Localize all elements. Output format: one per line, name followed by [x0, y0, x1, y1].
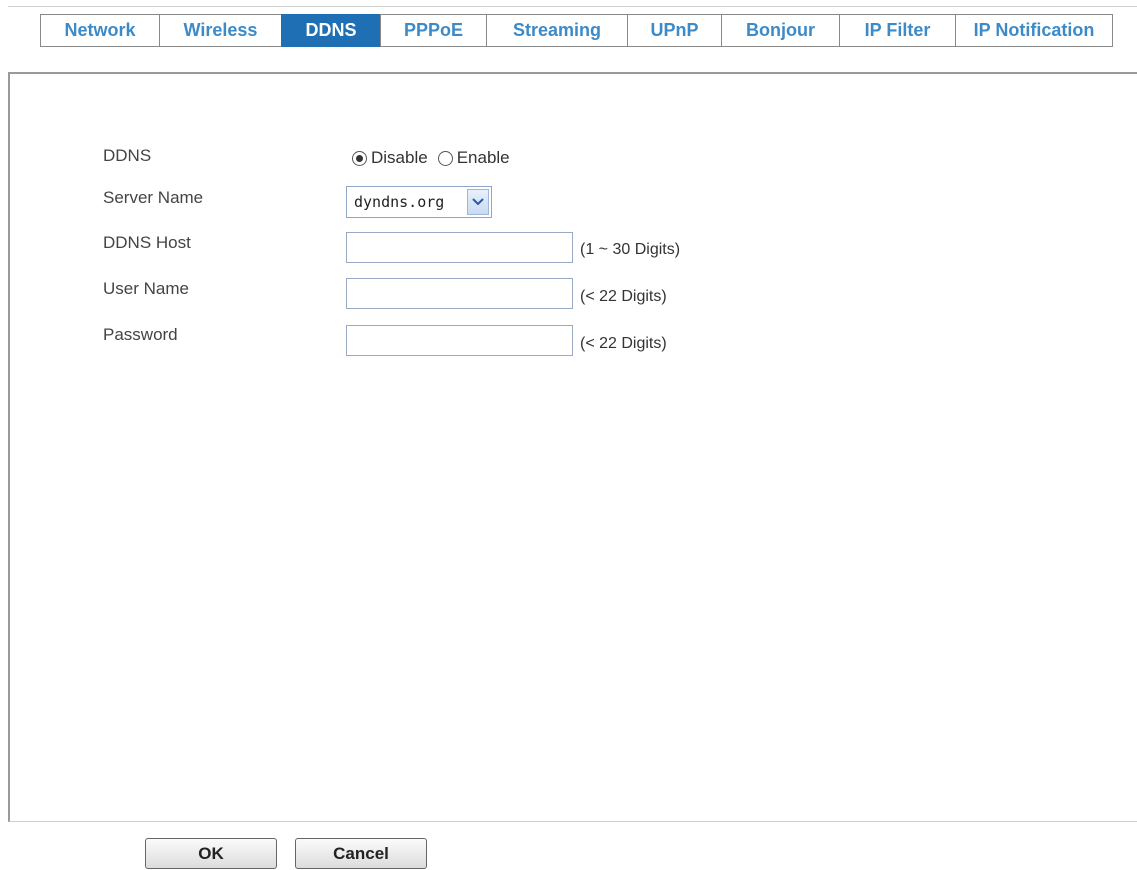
ddns-host-hint: (1 ~ 30 Digits): [580, 241, 681, 258]
tab-bonjour[interactable]: Bonjour: [721, 14, 839, 47]
ddns-label: DDNS: [103, 146, 152, 165]
ddns-settings-panel: [8, 72, 1137, 822]
user-name-input[interactable]: [346, 278, 573, 309]
server-name-label: Server Name: [103, 188, 204, 207]
ddns-host-input[interactable]: [346, 232, 573, 263]
user-name-label: User Name: [103, 279, 189, 298]
chevron-down-icon[interactable]: [467, 189, 489, 215]
ok-button[interactable]: OK: [145, 838, 277, 869]
ddns-enable-label[interactable]: Enable: [457, 148, 510, 168]
tab-pppoe[interactable]: PPPoE: [380, 14, 486, 47]
top-divider: [8, 6, 1137, 7]
cancel-button[interactable]: Cancel: [295, 838, 427, 869]
radio-selected-dot: [356, 154, 363, 162]
password-hint: (< 22 Digits): [580, 335, 667, 352]
ddns-host-label: DDNS Host: [103, 233, 191, 252]
settings-tab-bar: Network Wireless DDNS PPPoE Streaming UP…: [40, 14, 1113, 47]
tab-ip-notification[interactable]: IP Notification: [955, 14, 1113, 47]
ddns-enable-radio[interactable]: [437, 150, 453, 166]
server-name-value: dyndns.org: [354, 193, 445, 211]
server-name-select[interactable]: dyndns.org: [346, 186, 492, 218]
ddns-disable-radio[interactable]: [352, 150, 367, 166]
tab-upnp[interactable]: UPnP: [627, 14, 721, 47]
ddns-radio-group: Disable Enable: [352, 148, 520, 168]
tab-ddns[interactable]: DDNS: [281, 14, 380, 47]
tab-streaming[interactable]: Streaming: [486, 14, 627, 47]
tab-ip-filter[interactable]: IP Filter: [839, 14, 955, 47]
user-name-hint: (< 22 Digits): [580, 288, 667, 305]
tab-network[interactable]: Network: [40, 14, 159, 47]
password-label: Password: [103, 325, 178, 344]
ddns-disable-label[interactable]: Disable: [371, 148, 428, 168]
password-input[interactable]: [346, 325, 573, 356]
tab-wireless[interactable]: Wireless: [159, 14, 281, 47]
